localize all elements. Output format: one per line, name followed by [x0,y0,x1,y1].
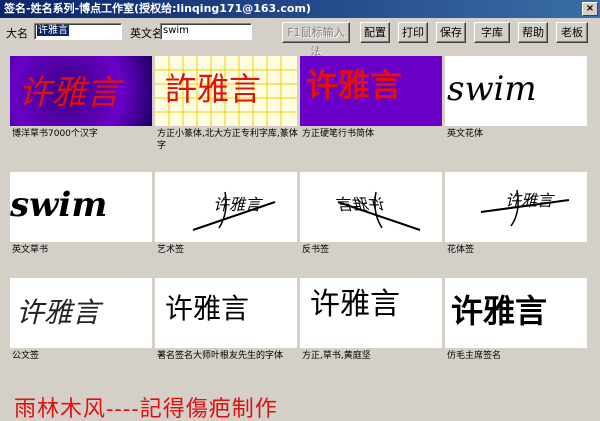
english-name-input[interactable]: swim [160,23,252,40]
style-sample-0: 许雅言 [18,73,125,113]
svg-text:swim: swim [447,69,537,109]
style-thumb-8[interactable]: 许雅言 [10,278,152,348]
signature-grid: 许雅言 博洋草书7000个汉字 許雅言 方正小篆体,北大方正专利字库,篆体字 许… [10,56,590,366]
english-name-value: swim [163,25,189,36]
save-button[interactable]: 保存 [436,22,466,43]
svg-text:许雅言: 许雅言 [451,292,547,330]
style-thumb-1[interactable]: 許雅言 [155,56,297,126]
style-caption-5: 艺术签 [157,245,185,255]
style-sample-9: 许雅言 [165,292,249,325]
style-caption-0: 博洋草书7000个汉字 [12,129,98,139]
window-title: 签名-姓名系列-博点工作室(授权给:linqing171@163.com) [4,2,311,15]
style-thumb-3[interactable]: swim [445,56,587,126]
style-caption-8: 公文签 [12,351,40,361]
style-caption-1: 方正小篆体,北大方正专利字库,篆体字 [157,129,298,151]
style-sample-8: 许雅言 [16,296,104,329]
style-sample-5: 许雅言 [192,191,276,231]
style-caption-3: 英文花体 [447,129,484,139]
footer-credit: 雨林木风----記得傷疤制作 [14,397,278,421]
style-thumb-7[interactable]: 许雅言 [445,172,587,242]
style-sample-3: swim [447,69,537,109]
style-sample-7: 许雅言 [480,189,570,227]
svg-text:swim: swim [10,185,107,225]
style-sample-2: 许雅言 [306,66,402,104]
svg-text:许雅言: 许雅言 [306,66,402,104]
chinese-name-input[interactable]: 许雅言 [34,23,122,40]
svg-text:许雅言: 许雅言 [16,296,104,329]
style-thumb-11[interactable]: 许雅言 [445,278,587,348]
style-sample-11: 许雅言 [451,292,547,330]
english-name-label: 英文名 [130,27,163,40]
mouse-input-method-button[interactable]: F1鼠标输入法 [282,22,350,58]
help-button[interactable]: 帮助 [518,22,548,43]
font-library-button[interactable]: 字库 [474,22,510,43]
style-thumb-2[interactable]: 许雅言 [300,56,442,126]
style-sample-4: swim [10,185,107,225]
style-caption-7: 花体签 [447,245,475,255]
svg-text:许雅言: 许雅言 [165,292,249,325]
config-button[interactable]: 配置 [360,22,390,43]
style-caption-9: 著名签名大师叶根友先生的字体 [157,351,284,361]
style-thumb-10[interactable]: 许雅言 [300,278,442,348]
style-thumb-4[interactable]: swim [10,172,152,242]
style-caption-2: 方正硬笔行书简体 [302,129,375,139]
style-thumb-5[interactable]: 许雅言 [155,172,297,242]
style-sample-10: 许雅言 [310,287,400,322]
style-caption-6: 反书签 [302,245,330,255]
style-caption-4: 英文草书 [12,245,49,255]
style-thumb-0[interactable]: 许雅言 [10,56,152,126]
svg-text:许雅言: 许雅言 [18,73,125,113]
svg-text:許雅言: 許雅言 [165,70,261,108]
window-titlebar: 签名-姓名系列-博点工作室(授权给:linqing171@163.com) × [0,0,600,18]
style-thumb-9[interactable]: 许雅言 [155,278,297,348]
chinese-name-label: 大名 [6,27,28,40]
svg-text:许雅言: 许雅言 [310,287,400,322]
style-caption-11: 仿毛主席签名 [447,351,502,361]
print-button[interactable]: 打印 [398,22,428,43]
style-sample-1: 許雅言 [155,56,297,126]
chinese-name-value: 许雅言 [37,25,69,36]
style-thumb-6[interactable]: 许雅言 [300,172,442,242]
style-sample-6: 许雅言 [336,191,421,231]
svg-text:许雅言: 许雅言 [213,195,263,214]
boss-button[interactable]: 老板 [556,22,588,43]
toolbar: 大名 许雅言 英文名 swim F1鼠标输入法 配置 打印 保存 字库 帮助 老… [0,18,600,58]
style-caption-10: 方正,草书,黄庭坚 [302,351,371,361]
close-button[interactable]: × [582,2,598,16]
